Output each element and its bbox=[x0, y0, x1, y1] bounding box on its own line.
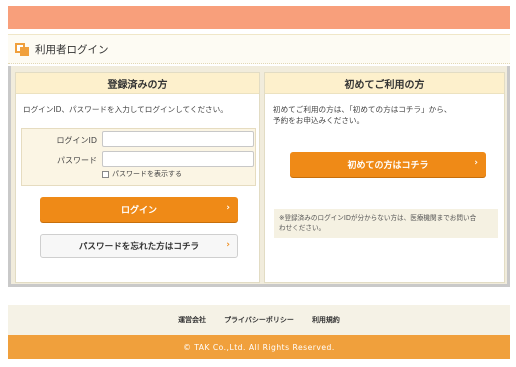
chevron-right-icon: › bbox=[226, 240, 230, 250]
first-time-panel: 初めてご利用の方 初めてご利用の方は、「初めての方はコチラ」から、 予約をお申込… bbox=[264, 72, 505, 283]
password-label: パスワード bbox=[57, 156, 97, 165]
forgot-password-label: パスワードを忘れた方はコチラ bbox=[78, 242, 200, 252]
login-id-input[interactable] bbox=[102, 131, 254, 147]
login-id-label: ログインID bbox=[56, 136, 97, 145]
first-time-button-label: 初めての方はコチラ bbox=[347, 161, 429, 171]
first-time-description-line1: 初めてご利用の方は、「初めての方はコチラ」から、 bbox=[273, 105, 452, 114]
login-form: ログインID パスワード パスワードを表示する bbox=[21, 128, 256, 186]
footer-link-terms[interactable]: 利用規約 bbox=[312, 315, 340, 325]
password-input[interactable] bbox=[102, 151, 254, 167]
registered-heading: 登録済みの方 bbox=[16, 73, 259, 94]
page-title-bar: 利用者ログイン bbox=[8, 34, 510, 64]
chevron-right-icon: › bbox=[474, 158, 478, 168]
first-time-description: 初めてご利用の方は、「初めての方はコチラ」から、 予約をお申込みください。 bbox=[273, 104, 451, 126]
first-time-button[interactable]: 初めての方はコチラ › bbox=[290, 152, 486, 177]
chevron-right-icon: › bbox=[226, 203, 230, 213]
window-stack-icon bbox=[15, 42, 29, 56]
registered-description: ログインID、パスワードを入力してログインしてください。 bbox=[23, 105, 228, 114]
registered-panel: 登録済みの方 ログインID、パスワードを入力してログインしてください。 ログイン… bbox=[15, 72, 260, 283]
login-button[interactable]: ログイン › bbox=[40, 197, 238, 222]
help-note: ※登録済みのログインIDが分からない方は、医療機関までお問い合 わせください。 bbox=[274, 209, 498, 238]
show-password-checkbox[interactable] bbox=[102, 170, 109, 178]
footer-link-privacy[interactable]: プライバシーポリシー bbox=[224, 315, 294, 325]
first-time-heading: 初めてご利用の方 bbox=[265, 73, 504, 94]
first-time-description-line2: 予約をお申込みください。 bbox=[273, 116, 365, 125]
page-title: 利用者ログイン bbox=[35, 43, 109, 56]
show-password-label: パスワードを表示する bbox=[112, 170, 182, 178]
header-bar bbox=[8, 6, 510, 29]
login-container: 登録済みの方 ログインID、パスワードを入力してログインしてください。 ログイン… bbox=[8, 66, 510, 287]
footer-nav: 運営会社 プライバシーポリシー 利用規約 bbox=[8, 305, 510, 335]
help-note-line2: わせください。 bbox=[279, 224, 326, 232]
help-note-line1: ※登録済みのログインIDが分からない方は、医療機関までお問い合 bbox=[279, 214, 477, 222]
forgot-password-button[interactable]: パスワードを忘れた方はコチラ › bbox=[40, 234, 238, 258]
show-password-toggle[interactable]: パスワードを表示する bbox=[102, 169, 182, 179]
login-button-label: ログイン bbox=[120, 206, 157, 216]
copyright: © TAK Co.,Ltd. All Rights Reserved. bbox=[8, 335, 510, 359]
footer-link-company[interactable]: 運営会社 bbox=[178, 315, 206, 325]
